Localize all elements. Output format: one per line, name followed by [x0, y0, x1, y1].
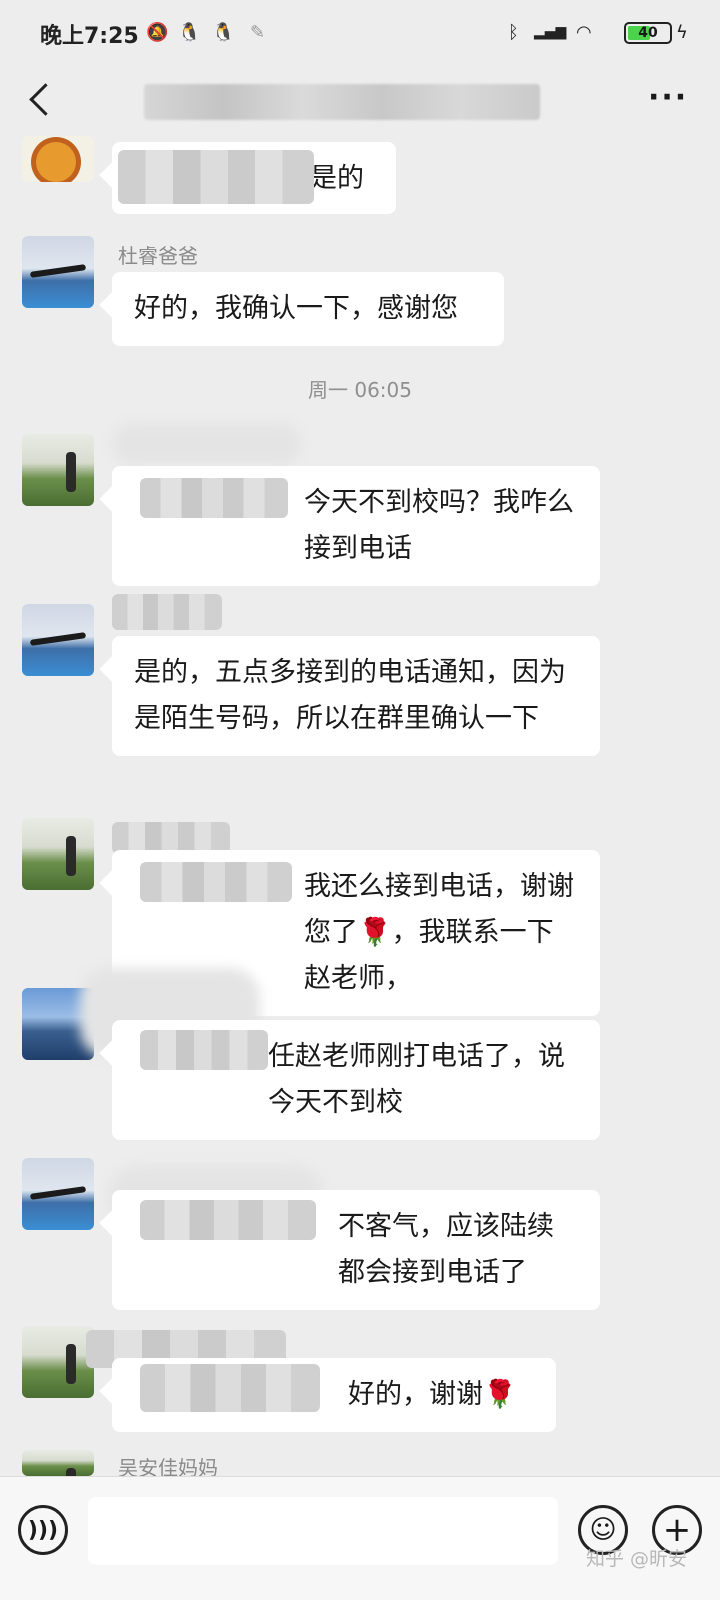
- message-text: 好的，谢谢: [348, 1379, 483, 1410]
- avatar[interactable]: [22, 1158, 94, 1230]
- rose-emoji: 🌹: [358, 917, 392, 948]
- avatar[interactable]: [22, 604, 94, 676]
- feather-icon: ✎: [250, 21, 266, 43]
- plus-icon: +: [662, 1510, 692, 1550]
- message-text: 是的，五点多接到的电话通知，因为是陌生号码，所以在群里确认一下: [134, 657, 566, 734]
- redacted-area: [140, 1200, 316, 1240]
- avatar[interactable]: [22, 818, 94, 890]
- charging-icon: ϟ: [676, 21, 688, 43]
- message-text: 任赵老师刚打电话了，说今天不到校: [268, 1041, 565, 1118]
- redacted-sender: [112, 424, 302, 464]
- rose-emoji: 🌹: [483, 1379, 517, 1410]
- message-text: 是的: [310, 163, 364, 194]
- input-bar: ))) ☺ +: [0, 1476, 720, 1600]
- message-text: 不客气，应该陆续都会接到电话了: [338, 1211, 554, 1288]
- more-button[interactable]: ···: [648, 80, 688, 115]
- battery-indicator: 40: [624, 22, 672, 44]
- avatar[interactable]: [22, 1450, 94, 1476]
- chat-title-redacted: [144, 84, 540, 120]
- wifi-icon: ◠: [576, 21, 592, 43]
- redacted-area: [140, 862, 292, 902]
- redacted-area: [140, 478, 288, 518]
- qq-icon: 🐧: [178, 21, 201, 43]
- hd-signal-icon: ▂▄▆: [534, 24, 567, 40]
- message-bubble[interactable]: 是的，五点多接到的电话通知，因为是陌生号码，所以在群里确认一下: [112, 636, 600, 756]
- voice-button[interactable]: ))): [18, 1505, 68, 1555]
- time-divider: 周一 06:05: [308, 378, 412, 402]
- bluetooth-icon: ᛒ: [508, 21, 519, 43]
- status-time: 晚上7:25: [40, 24, 139, 49]
- qq-icon: 🐧: [212, 21, 235, 43]
- redacted-area: [140, 1030, 268, 1070]
- chat-header: ···: [0, 66, 720, 136]
- redacted-area: [140, 1364, 320, 1412]
- smiley-icon: ☺: [589, 1515, 617, 1545]
- message-text: 今天不到校吗？我咋么接到电话: [304, 487, 574, 564]
- mute-icon: 🔕: [146, 21, 169, 43]
- redacted-sender: [112, 594, 222, 630]
- status-bar: 晚上7:25 🔕 🐧 🐧 ✎ ᛒ ▂▄▆ ◠ 40 ϟ: [0, 0, 720, 66]
- avatar[interactable]: [22, 236, 94, 308]
- avatar[interactable]: [22, 434, 94, 506]
- sender-name: 吴安佳妈妈: [118, 1456, 218, 1476]
- message-text: 好的，我确认一下，感谢您: [134, 293, 458, 324]
- redacted-area: [118, 150, 314, 204]
- back-button[interactable]: [24, 78, 64, 122]
- message-bubble[interactable]: 好的，我确认一下，感谢您: [112, 272, 504, 346]
- avatar[interactable]: [22, 1326, 94, 1398]
- watermark: 知乎 @昕安: [586, 1548, 688, 1570]
- sender-name: 杜睿爸爸: [118, 244, 198, 268]
- voice-icon: ))): [27, 1517, 59, 1543]
- avatar[interactable]: [22, 136, 94, 182]
- message-input[interactable]: [88, 1497, 558, 1565]
